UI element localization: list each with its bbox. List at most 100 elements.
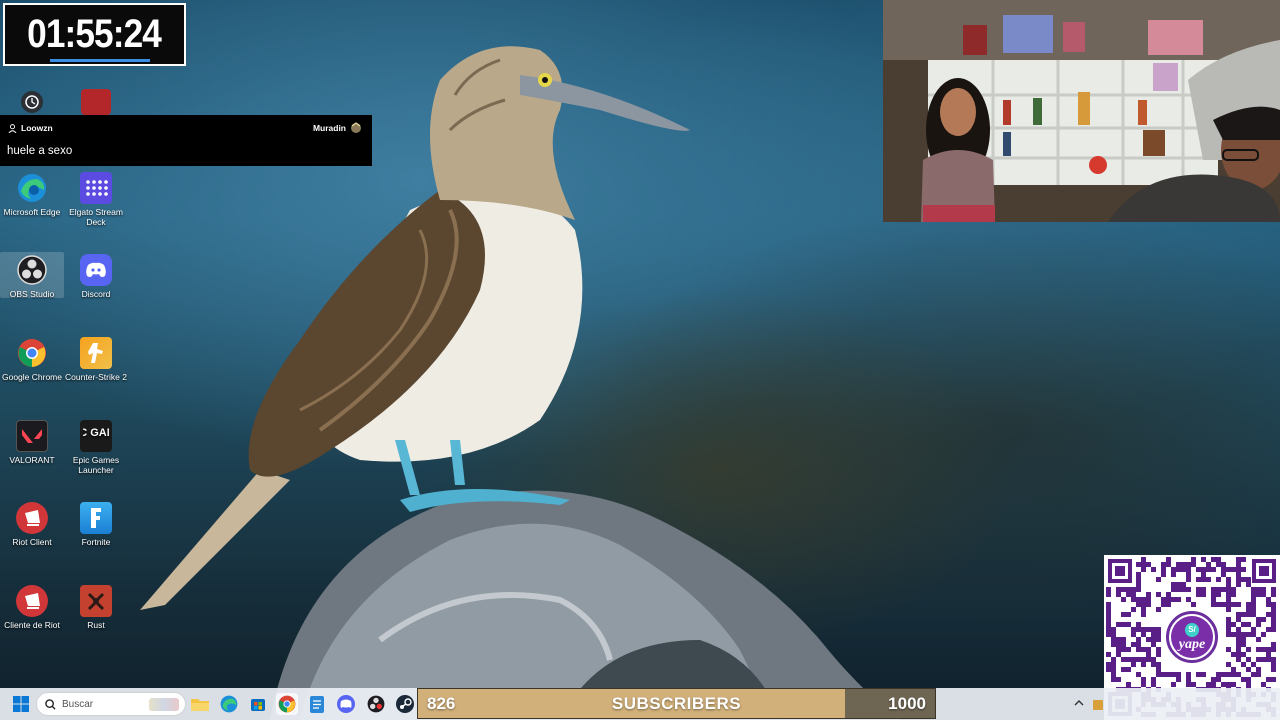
qr-module [1226, 607, 1231, 612]
qr-module [1236, 582, 1241, 587]
qr-module [1141, 662, 1146, 667]
desktop-icon-stream-deck[interactable]: Elgato Stream Deck [64, 172, 128, 227]
qr-module [1231, 682, 1236, 687]
chrome-icon[interactable] [276, 693, 298, 715]
qr-module [1136, 587, 1141, 592]
qr-module [1231, 587, 1236, 592]
qr-module [1256, 617, 1261, 622]
steam-icon[interactable] [394, 693, 416, 715]
qr-module [1131, 632, 1136, 637]
qr-module [1201, 572, 1206, 577]
store-icon[interactable] [247, 693, 269, 715]
qr-module [1216, 592, 1221, 597]
desktop-icon-cliente-de-riot[interactable]: Cliente de Riot [0, 585, 64, 630]
qr-module [1111, 627, 1116, 632]
desktop-icon-partial-2[interactable] [64, 89, 128, 118]
qr-module [1171, 587, 1176, 592]
icon-label: Counter-Strike 2 [65, 372, 127, 382]
qr-module [1246, 577, 1251, 582]
search-highlight-icon [149, 698, 179, 711]
qr-module [1226, 577, 1231, 582]
icon-label: Discord [81, 289, 111, 299]
qr-module [1141, 632, 1146, 637]
qr-module [1231, 632, 1236, 637]
qr-module [1261, 632, 1266, 637]
edge-icon[interactable] [218, 693, 240, 715]
qr-module [1201, 557, 1206, 562]
qr-module [1126, 667, 1131, 672]
qr-module [1221, 567, 1226, 572]
icon-label: Epic Games Launcher [72, 455, 120, 475]
qr-module [1156, 627, 1161, 632]
icon-label: Google Chrome [1, 372, 62, 382]
windows-start-icon[interactable] [10, 693, 32, 715]
qr-module [1226, 602, 1231, 607]
qr-module [1236, 557, 1241, 562]
qr-module [1271, 617, 1276, 622]
qr-module [1206, 562, 1211, 567]
chat-overlay: Loowzn Muradin huele a sexo [0, 115, 372, 166]
desktop-icon-counter-strike[interactable]: Counter-Strike 2 [64, 337, 128, 382]
chat-user: Loowzn [8, 123, 53, 133]
qr-module [1141, 607, 1146, 612]
yape-logo-badge: S/ yape [1166, 611, 1218, 663]
qr-module [1141, 602, 1146, 607]
qr-module [1171, 582, 1176, 587]
icon-label: Fortnite [81, 537, 111, 547]
chevron-up-icon[interactable] [1072, 696, 1086, 710]
qr-module [1271, 587, 1276, 592]
desktop-icon-chrome[interactable]: Google Chrome [0, 337, 64, 382]
qr-module [1126, 657, 1131, 662]
tray-app-icon[interactable] [1092, 693, 1104, 715]
desktop-icon-valorant[interactable]: VALORANT [0, 420, 64, 465]
qr-module [1236, 602, 1241, 607]
qr-module [1151, 642, 1156, 647]
desktop-icon-obs[interactable]: OBS Studio [0, 252, 64, 299]
desktop-icon-riot-client[interactable]: Riot Client [0, 502, 64, 547]
qr-module [1266, 652, 1271, 657]
desktop-icon-partial-1[interactable] [0, 91, 64, 116]
qr-module [1241, 577, 1246, 582]
icon-label: Elgato Stream Deck [69, 207, 123, 227]
qr-module [1231, 592, 1236, 597]
notepad-icon[interactable] [306, 693, 328, 715]
counter-strike-icon [80, 337, 112, 369]
qr-module [1106, 652, 1111, 657]
desktop-icon-fortnite[interactable]: Fortnite [64, 502, 128, 547]
qr-module [1161, 572, 1166, 577]
qr-module [1221, 602, 1226, 607]
qr-module [1141, 657, 1146, 662]
taskbar-search[interactable]: Buscar [36, 692, 186, 716]
qr-module [1121, 647, 1126, 652]
file-explorer-icon[interactable] [189, 693, 211, 715]
qr-module [1191, 602, 1196, 607]
qr-module [1111, 632, 1116, 637]
epic-games-icon: EPIC GAMES [80, 420, 112, 452]
qr-module [1146, 657, 1151, 662]
qr-module [1186, 567, 1191, 572]
qr-module [1196, 592, 1201, 597]
qr-module [1136, 627, 1141, 632]
subscribers-goal-bar: 826 SUBSCRIBERS 1000 [417, 688, 936, 719]
qr-module [1131, 597, 1136, 602]
discord-icon[interactable] [335, 693, 357, 715]
qr-module [1211, 592, 1216, 597]
qr-module [1106, 592, 1111, 597]
qr-module [1261, 647, 1266, 652]
qr-module [1251, 607, 1256, 612]
desktop-icon-edge[interactable]: Microsoft Edge [0, 172, 64, 217]
qr-module [1161, 597, 1166, 602]
qr-module [1191, 682, 1196, 687]
qr-module [1126, 592, 1131, 597]
qr-module [1221, 562, 1226, 567]
qr-module [1141, 562, 1146, 567]
desktop-icon-rust[interactable]: Rust [64, 585, 128, 630]
desktop-icon-discord[interactable]: Discord [64, 254, 128, 299]
desktop-icon-epic-games[interactable]: EPIC GAMES Epic Games Launcher [64, 420, 128, 475]
obs-icon[interactable] [365, 693, 387, 715]
qr-module [1246, 667, 1251, 672]
qr-module [1266, 657, 1271, 662]
qr-module [1151, 662, 1156, 667]
qr-module [1111, 642, 1116, 647]
qr-module [1271, 602, 1276, 607]
